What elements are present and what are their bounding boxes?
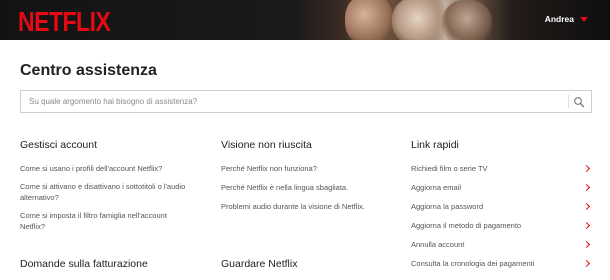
user-name: Andrea <box>544 14 574 24</box>
quick-link-label: Aggiorna il metodo di pagamento <box>411 221 522 230</box>
quick-link-label: Aggiorna la password <box>411 202 484 211</box>
help-link[interactable]: Come si usano i profili dell'account Net… <box>20 163 190 174</box>
quick-link-label: Aggiorna email <box>411 183 462 192</box>
search-divider <box>568 95 569 108</box>
quick-link-label: Consulta la cronologia dei pagamenti <box>411 259 535 268</box>
quick-link[interactable]: Annulla account <box>411 239 591 250</box>
search-icon[interactable] <box>573 96 585 108</box>
netflix-logo[interactable]: NETFLIX <box>18 6 111 38</box>
section-account: Gestisci account Come si usano i profili… <box>20 139 190 239</box>
section-playback: Visione non riuscita Perché Netflix non … <box>221 139 391 220</box>
chevron-right-icon <box>582 164 591 173</box>
section-title-billing: Domande sulla fatturazione <box>20 258 148 270</box>
chevron-right-icon <box>582 240 591 249</box>
chevron-right-icon <box>582 202 591 211</box>
section-title: Visione non riuscita <box>221 139 312 151</box>
help-link[interactable]: Come si imposta il filtro famiglia nell'… <box>20 210 190 232</box>
chevron-right-icon <box>582 259 591 268</box>
search-input[interactable] <box>21 91 551 112</box>
page-title: Centro assistenza <box>20 62 157 79</box>
quick-link[interactable]: Aggiorna la password <box>411 201 591 212</box>
header-bar: NETFLIX Andrea <box>0 0 610 40</box>
quick-link[interactable]: Aggiorna email <box>411 182 591 193</box>
section-quick-links: Link rapidi Richiedi film o serie TV Agg… <box>411 139 591 277</box>
user-menu[interactable]: Andrea <box>545 14 588 24</box>
search-bar <box>20 90 592 113</box>
quick-link[interactable]: Richiedi film o serie TV <box>411 163 591 174</box>
help-link[interactable]: Perché Netflix non funziona? <box>221 163 391 174</box>
quick-link[interactable]: Aggiorna il metodo di pagamento <box>411 220 591 231</box>
chevron-right-icon <box>582 183 591 192</box>
quick-link-label: Richiedi film o serie TV <box>411 164 488 173</box>
caret-down-icon <box>580 16 588 22</box>
help-link[interactable]: Come si attivano e disattivano i sottoti… <box>20 181 190 203</box>
section-title-watching: Guardare Netflix <box>221 258 298 270</box>
help-link[interactable]: Problemi audio durante la visione di Net… <box>221 201 391 212</box>
section-title: Link rapidi <box>411 139 459 151</box>
section-title: Gestisci account <box>20 139 98 151</box>
chevron-right-icon <box>582 221 591 230</box>
help-link[interactable]: Perché Netflix è nella lingua sbagliata. <box>221 182 391 193</box>
quick-link-label: Annulla account <box>411 240 465 249</box>
quick-link[interactable]: Consulta la cronologia dei pagamenti <box>411 258 591 269</box>
